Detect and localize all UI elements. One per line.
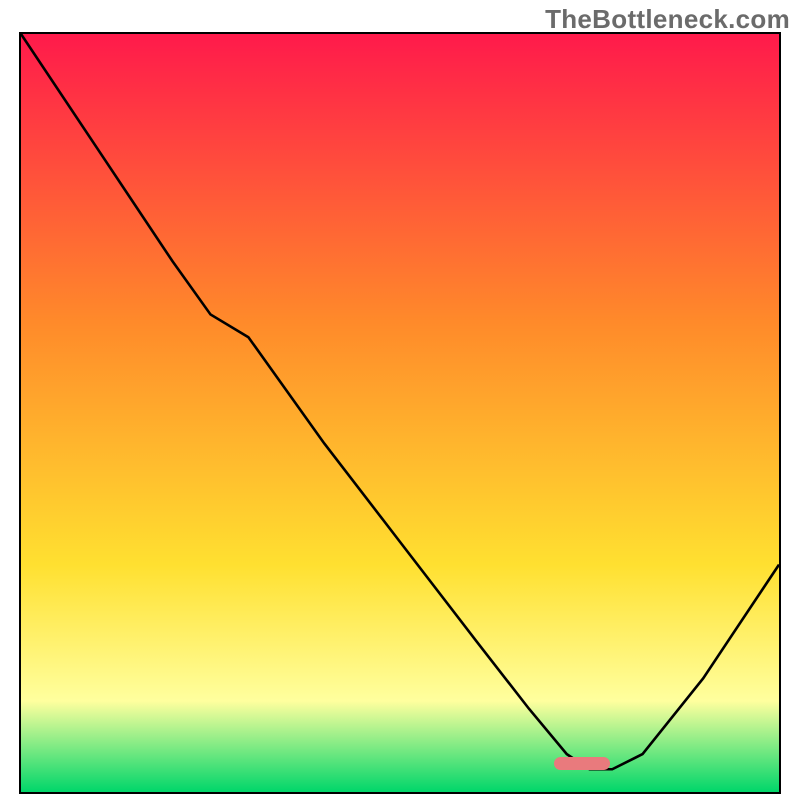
chart-frame bbox=[19, 32, 781, 794]
bottleneck-curve bbox=[21, 34, 779, 792]
optimal-marker bbox=[554, 757, 609, 770]
watermark-text: TheBottleneck.com bbox=[545, 4, 790, 35]
